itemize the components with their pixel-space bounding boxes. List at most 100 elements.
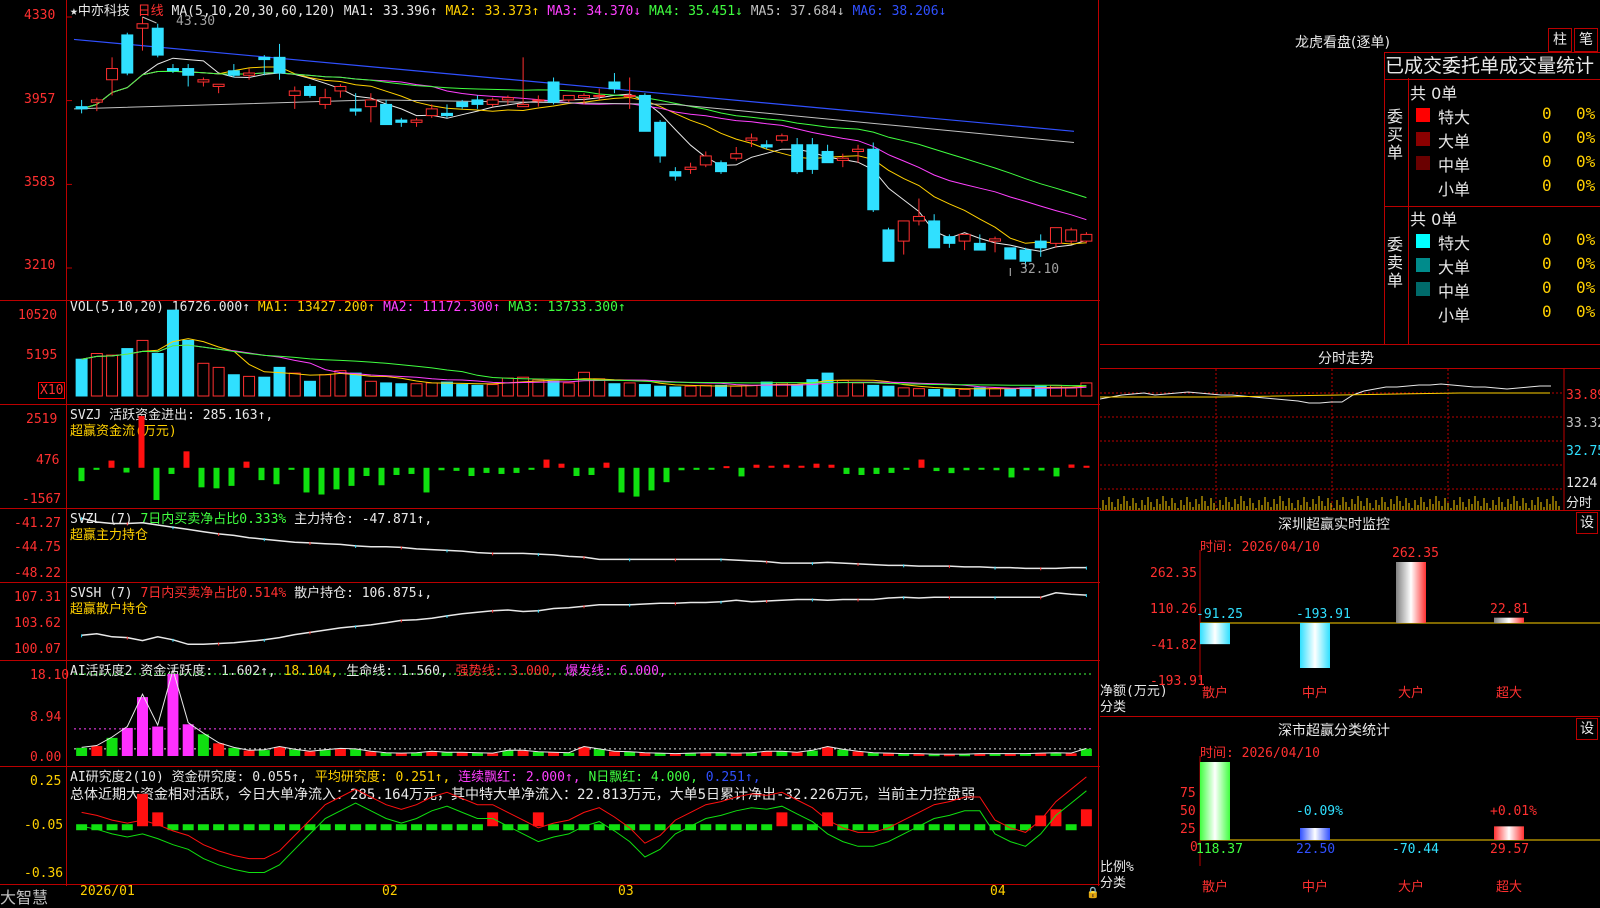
- ai-activity-pane[interactable]: AI活跃度2 资金活跃度: 1.602↑, 18.104, 生命线: 1.560…: [0, 660, 1100, 767]
- order-count: 0: [1542, 104, 1552, 123]
- air-bar: [380, 824, 392, 831]
- ai2-bar: [761, 751, 773, 756]
- volume-bar: [593, 378, 606, 397]
- ai2-bar: [334, 748, 346, 756]
- candlestick-chart[interactable]: [0, 0, 1098, 300]
- air-bar: [959, 824, 971, 831]
- candle-body: [669, 171, 682, 177]
- order-percent: 0%: [1576, 152, 1596, 171]
- air-bar: [441, 824, 453, 831]
- main-kline-pane[interactable]: ★中亦科技 日线 MA(5,10,20,30,60,120) MA1: 33.3…: [0, 0, 1100, 301]
- ai2-bar: [822, 746, 834, 756]
- order-count: 0: [1542, 302, 1552, 321]
- intraday-panel[interactable]: 分时走势 33.89 33.32 32.75 1224 分时: [1100, 344, 1600, 511]
- candle-body: [319, 97, 332, 105]
- sz-cat-category[interactable]: 中户: [1302, 876, 1328, 895]
- svzj-bar: [183, 451, 190, 468]
- air-bars: [76, 776, 1092, 873]
- ai2-bar: [791, 752, 803, 756]
- candle-body: [958, 233, 971, 242]
- ai2-bar: [411, 752, 423, 756]
- candle-body: [989, 238, 1002, 242]
- candle-body: [303, 85, 316, 96]
- air-bar: [654, 824, 666, 831]
- volume-bar: [791, 384, 804, 397]
- svzl-pane[interactable]: SVZL (7) 7日内买卖净占比0.333% 主力持仓: -47.871↑, …: [0, 508, 1100, 583]
- svzj-bar: [723, 466, 730, 469]
- candle-body: [562, 94, 575, 101]
- vol-pane[interactable]: VOL(5,10,20) 16726.000↑ MA1: 13427.200↑ …: [0, 300, 1100, 405]
- air-bar: [548, 824, 560, 831]
- order-color-swatch: [1416, 180, 1430, 194]
- sz-rt-category[interactable]: 散户: [1202, 682, 1228, 701]
- high-price-label: 43.30: [176, 14, 216, 29]
- sz-rt-bar: [1396, 562, 1426, 623]
- volume-bar: [1019, 387, 1032, 397]
- sz-cat-category[interactable]: 散户: [1202, 876, 1228, 895]
- svzj-bar: [1023, 467, 1030, 471]
- svzj-bar: [318, 467, 325, 495]
- svzj-bar: [558, 463, 565, 468]
- ai2-bar: [624, 751, 636, 756]
- candle-body: [1080, 233, 1093, 242]
- sz-rt-category[interactable]: 超大: [1496, 682, 1522, 701]
- candle-body: [486, 99, 499, 105]
- ai2-bar: [426, 751, 438, 756]
- ma60-line: [73, 99, 1075, 143]
- sz-cat-category[interactable]: 大户: [1398, 876, 1424, 895]
- volume-bar: [745, 384, 758, 397]
- air-bar: [517, 824, 529, 831]
- air-bar: [913, 824, 925, 831]
- tick-mode-button[interactable]: 笔: [1574, 28, 1598, 52]
- sz-rt-category[interactable]: 中户: [1302, 682, 1328, 701]
- volume-bar: [821, 372, 834, 397]
- candle-body: [578, 94, 590, 99]
- volume-bar: [410, 383, 423, 397]
- air-bar: [700, 824, 712, 831]
- buy-total: 共 0单: [1410, 84, 1458, 103]
- air-bar: [456, 824, 468, 831]
- candle-body: [136, 23, 149, 29]
- lock-icon[interactable]: 🔒: [1086, 886, 1100, 899]
- sz-cat-category[interactable]: 超大: [1496, 876, 1522, 895]
- svzj-bar: [798, 465, 805, 468]
- candle-body: [349, 108, 362, 112]
- candle-body: [684, 166, 697, 170]
- svzj-bar: [453, 467, 460, 471]
- air-bar: [487, 812, 499, 827]
- sz-rt-value-label: -91.25: [1196, 606, 1243, 622]
- volume-bar: [471, 384, 484, 397]
- bar-mode-button[interactable]: 柱: [1548, 28, 1572, 52]
- volume-bar: [258, 376, 271, 397]
- air-bar: [974, 824, 986, 831]
- ai2-bar: [487, 753, 499, 756]
- volume-bar: [715, 384, 727, 397]
- air-bar: [197, 824, 209, 831]
- order-color-swatch: [1416, 234, 1430, 248]
- order-count: 0: [1542, 278, 1552, 297]
- svzj-bar: [858, 467, 865, 475]
- candle-body: [867, 148, 880, 211]
- svzj-bar: [693, 467, 700, 470]
- order-percent: 0%: [1576, 176, 1596, 195]
- candle-body: [1019, 249, 1032, 262]
- ai2-bar: [532, 751, 544, 756]
- ai-research-pane[interactable]: AI研究度2(10) 资金研究度: 0.055↑, 平均研究度: 0.251↑,…: [0, 766, 1100, 885]
- candle-body: [760, 144, 773, 148]
- candle-body: [197, 79, 210, 83]
- sz-cat-value: 22.50: [1296, 842, 1336, 857]
- svzj-bar: [423, 467, 430, 493]
- sz-rt-category[interactable]: 大户: [1398, 682, 1424, 701]
- svzj-bar: [663, 467, 670, 483]
- ai2-bar: [380, 752, 392, 756]
- svsh-pane[interactable]: SVSH (7) 7日内买卖净占比0.514% 散户持仓: 106.875↓, …: [0, 582, 1100, 661]
- candle-body: [806, 144, 819, 170]
- ai2-bar: [608, 751, 620, 756]
- air-bar: [761, 824, 773, 831]
- svzj-pane[interactable]: SVZJ 活跃资金进出: 285.163↑, 超赢资金流(万元) 2519 47…: [0, 404, 1100, 509]
- sz-rt-bar: [1494, 617, 1524, 623]
- svzj-bar: [603, 462, 610, 468]
- x-tick: 02: [382, 884, 398, 899]
- order-color-swatch: [1416, 108, 1430, 122]
- volume-bar: [699, 384, 712, 397]
